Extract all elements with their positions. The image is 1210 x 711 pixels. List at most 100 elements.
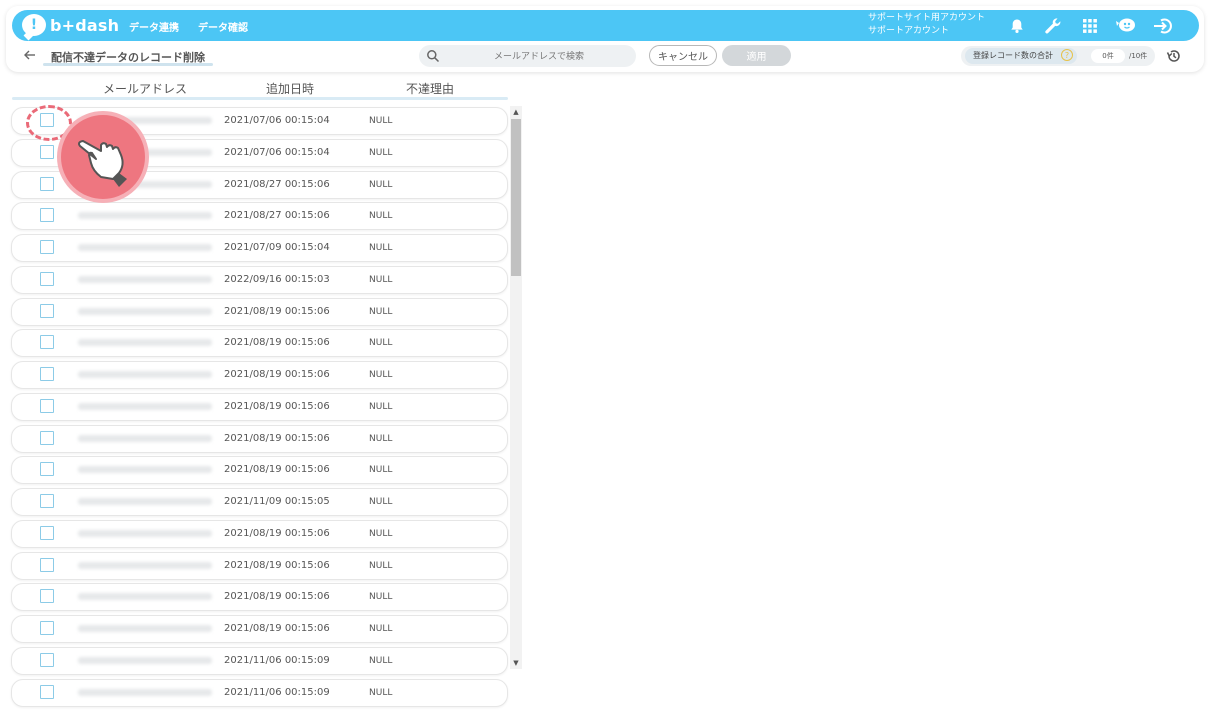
row-reason: NULL xyxy=(369,497,393,508)
wrench-icon[interactable] xyxy=(1041,14,1065,38)
row-checkbox[interactable] xyxy=(40,271,54,286)
email-redacted xyxy=(78,498,212,506)
row-added-at: 2021/08/19 00:15:06 xyxy=(224,369,330,381)
row-checkbox[interactable] xyxy=(40,430,54,445)
bell-icon[interactable] xyxy=(1005,14,1029,38)
row-checkbox[interactable] xyxy=(40,367,54,382)
record-count-max: /10件 xyxy=(1129,52,1148,60)
email-redacted xyxy=(78,212,212,220)
account-line-2: サポートアカウント xyxy=(868,26,950,36)
row-reason: NULL xyxy=(369,147,393,158)
logout-icon[interactable] xyxy=(1151,14,1175,38)
table-row[interactable]: 2021/08/19 00:15:06 NULL xyxy=(11,615,508,644)
row-reason: NULL xyxy=(369,433,393,444)
row-added-at: 2022/09/16 00:15:03 xyxy=(224,273,330,285)
search-input[interactable] xyxy=(447,48,631,66)
email-redacted xyxy=(78,593,212,601)
row-checkbox[interactable] xyxy=(40,398,54,413)
email-redacted xyxy=(78,339,212,347)
table-row[interactable]: 2021/08/19 00:15:06 NULL xyxy=(11,583,508,612)
help-icon[interactable]: ? xyxy=(1061,49,1073,61)
row-added-at: 2021/08/27 00:15:06 xyxy=(224,178,330,190)
email-redacted xyxy=(78,688,212,696)
cancel-button[interactable]: キャンセル xyxy=(649,45,717,66)
header-underline xyxy=(12,97,508,100)
row-added-at: 2021/08/19 00:15:06 xyxy=(224,623,330,635)
table-row[interactable]: 2021/08/27 00:15:06 NULL xyxy=(11,202,508,231)
apply-button[interactable]: 適用 xyxy=(722,45,791,66)
row-checkbox[interactable] xyxy=(40,335,54,350)
row-checkbox[interactable] xyxy=(40,240,54,255)
row-added-at: 2021/08/19 00:15:06 xyxy=(224,400,330,412)
back-arrow-icon[interactable] xyxy=(23,48,39,64)
page-title-underline xyxy=(43,63,213,66)
row-added-at: 2021/08/19 00:15:06 xyxy=(224,464,330,476)
column-header-email: メールアドレス xyxy=(103,82,188,96)
row-checkbox[interactable] xyxy=(40,208,54,223)
table-row[interactable]: 2021/08/19 00:15:06 NULL xyxy=(11,456,508,485)
email-redacted xyxy=(78,434,212,442)
scrollbar[interactable]: ▲ ▼ xyxy=(510,106,522,669)
table-row[interactable]: 2021/08/19 00:15:06 NULL xyxy=(11,424,508,453)
row-reason: NULL xyxy=(369,528,393,539)
row-added-at: 2021/08/19 00:15:06 xyxy=(224,527,330,539)
row-reason: NULL xyxy=(369,211,393,222)
nav-data-check[interactable]: データ確認 xyxy=(198,19,248,34)
pointing-hand-marker xyxy=(57,111,149,203)
email-redacted xyxy=(78,657,212,665)
row-checkbox[interactable] xyxy=(40,557,54,572)
table-row[interactable]: 2021/11/09 00:15:05 NULL xyxy=(11,488,508,517)
row-reason: NULL xyxy=(369,592,393,603)
row-checkbox[interactable] xyxy=(40,684,54,699)
nav-data-integration[interactable]: データ連携 xyxy=(129,19,179,34)
table-row[interactable]: 2021/11/06 00:15:09 NULL xyxy=(11,678,508,707)
row-added-at: 2021/08/19 00:15:06 xyxy=(224,432,330,444)
table-row[interactable]: 2021/08/19 00:15:06 NULL xyxy=(11,361,508,390)
app-logo[interactable]: ! b+dash xyxy=(22,13,119,37)
row-checkbox[interactable] xyxy=(40,653,54,668)
row-reason: NULL xyxy=(369,560,393,571)
row-reason: NULL xyxy=(369,116,393,126)
row-added-at: 2021/08/27 00:15:06 xyxy=(224,210,330,222)
scroll-thumb[interactable] xyxy=(511,119,521,276)
row-checkbox[interactable] xyxy=(40,525,54,540)
email-redacted xyxy=(78,307,212,315)
table-row[interactable]: 2021/08/19 00:15:06 NULL xyxy=(11,392,508,421)
logo-bubble-icon: ! xyxy=(22,14,46,36)
table-row[interactable]: 2021/08/19 00:15:06 NULL xyxy=(11,519,508,548)
row-reason: NULL xyxy=(369,401,393,412)
history-icon[interactable] xyxy=(1166,48,1182,64)
logo-text: b+dash xyxy=(50,15,120,35)
email-redacted xyxy=(78,561,212,569)
email-redacted xyxy=(78,244,212,252)
row-reason: NULL xyxy=(369,370,393,381)
row-checkbox[interactable] xyxy=(40,176,54,191)
scroll-up-arrow-icon[interactable]: ▲ xyxy=(510,106,522,118)
email-redacted xyxy=(78,466,212,474)
row-checkbox[interactable] xyxy=(40,621,54,636)
row-checkbox[interactable] xyxy=(40,462,54,477)
row-reason: NULL xyxy=(369,338,393,349)
row-checkbox[interactable] xyxy=(40,494,54,509)
chat-bubble-icon[interactable] xyxy=(1114,14,1138,38)
row-reason: NULL xyxy=(369,624,393,635)
table-row[interactable]: 2022/09/16 00:15:03 NULL xyxy=(11,265,508,294)
table-row[interactable]: 2021/07/09 00:15:04 NULL xyxy=(11,234,508,263)
table-row[interactable]: 2021/11/06 00:15:09 NULL xyxy=(11,647,508,676)
table-row[interactable]: 2021/08/19 00:15:06 NULL xyxy=(11,551,508,580)
search-icon xyxy=(427,50,440,63)
account-info[interactable]: サポートサイト用アカウント サポートアカウント xyxy=(868,12,985,38)
email-redacted xyxy=(78,371,212,379)
row-added-at: 2021/07/09 00:15:04 xyxy=(224,242,330,254)
table-row[interactable]: 2021/08/19 00:15:06 NULL xyxy=(11,297,508,326)
apps-grid-icon[interactable] xyxy=(1078,14,1102,38)
row-checkbox[interactable] xyxy=(40,303,54,318)
email-redacted xyxy=(78,625,212,633)
row-checkbox[interactable] xyxy=(40,144,54,159)
search-box[interactable] xyxy=(419,45,636,67)
table-row[interactable]: 2021/08/19 00:15:06 NULL xyxy=(11,329,508,358)
row-checkbox[interactable] xyxy=(40,589,54,604)
scroll-down-arrow-icon[interactable]: ▼ xyxy=(510,657,522,669)
row-added-at: 2021/11/06 00:15:09 xyxy=(224,686,330,698)
row-added-at: 2021/08/19 00:15:06 xyxy=(224,305,330,317)
